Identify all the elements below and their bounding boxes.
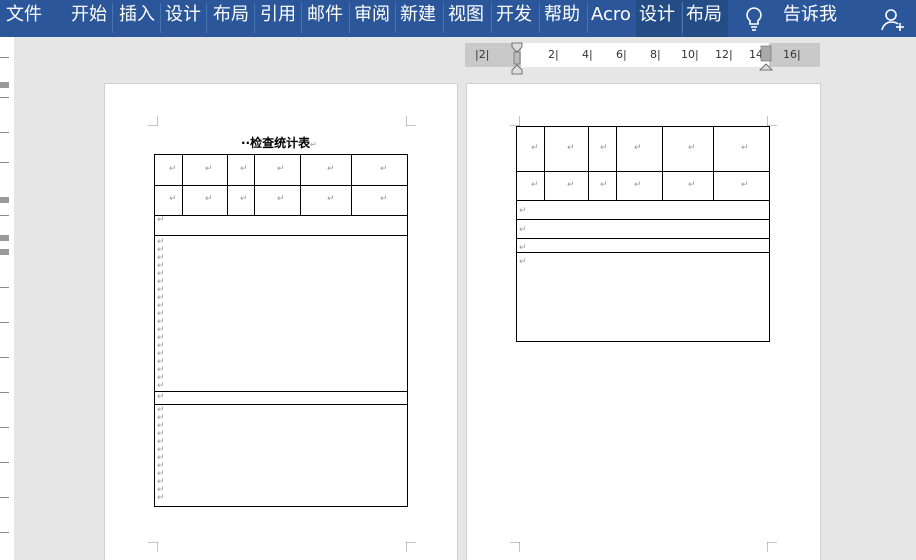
tab-new[interactable]: 新建 xyxy=(397,0,442,37)
crop-mark xyxy=(148,116,158,126)
ruler-label: 4| xyxy=(582,48,593,61)
tab-separator xyxy=(112,3,113,33)
tab-help[interactable]: 帮助 xyxy=(541,0,586,37)
document-title: ··检查统计表↵ xyxy=(241,136,317,150)
paragraph-mark: ↵ xyxy=(169,194,177,204)
paragraph-mark: ↵ xyxy=(634,180,642,190)
paragraph-mark: ↵ xyxy=(531,143,539,153)
tab-separator xyxy=(443,3,444,33)
paragraph-mark: ↵ xyxy=(240,194,248,204)
tab-design[interactable]: 设计 xyxy=(162,0,204,37)
tab-separator xyxy=(206,3,207,33)
paragraph-mark: ↵ xyxy=(240,164,248,174)
paragraph-mark: ↵ xyxy=(157,392,165,402)
paragraph-mark: ↵ xyxy=(327,164,335,174)
horizontal-ruler[interactable]: |2| 2| 4| 6| 8| 10| 12| 14 16| xyxy=(465,42,820,75)
paragraph-mark: ↵ xyxy=(380,194,388,204)
paragraph-mark: ↵ xyxy=(277,164,285,174)
tab-mailings[interactable]: 邮件 xyxy=(304,0,347,37)
tell-me-search[interactable]: 告诉我 xyxy=(780,0,842,37)
lightbulb-icon[interactable] xyxy=(744,0,768,37)
ruler-label: 10| xyxy=(681,48,699,61)
inspection-table[interactable] xyxy=(154,154,408,507)
tab-separator xyxy=(349,3,350,33)
tab-layout[interactable]: 布局 xyxy=(210,0,252,37)
crop-mark xyxy=(510,116,520,126)
paragraph-mark: ↵ xyxy=(634,143,642,153)
tab-separator xyxy=(160,3,161,33)
paragraph-mark: ↵ xyxy=(519,225,527,235)
paragraph-mark: ↵ xyxy=(600,180,608,190)
inspection-table-continued[interactable] xyxy=(516,126,770,342)
tab-separator xyxy=(254,3,255,33)
ribbon-tab-bar: 文件 开始 插入 设计 布局 引用 邮件 审阅 新建 视图 开发 帮助 Acro… xyxy=(0,0,916,37)
tab-separator xyxy=(395,3,396,33)
ruler-label: 2| xyxy=(548,48,559,61)
ruler-label: |2| xyxy=(475,48,490,61)
crop-mark xyxy=(767,116,777,126)
paragraph-mark: ↵ xyxy=(531,180,539,190)
tab-home[interactable]: 开始 xyxy=(68,0,110,37)
tab-view[interactable]: 视图 xyxy=(445,0,490,37)
paragraph-mark: ↵ xyxy=(688,180,696,190)
tab-separator xyxy=(539,3,540,33)
crop-mark xyxy=(406,542,416,552)
tab-separator xyxy=(491,3,492,33)
tab-file[interactable]: 文件 xyxy=(3,0,46,37)
tab-table-layout[interactable]: 布局 xyxy=(683,0,728,37)
ruler-label: 12| xyxy=(715,48,733,61)
paragraph-mark: ↵ xyxy=(741,143,749,153)
crop-mark xyxy=(406,116,416,126)
vertical-ruler[interactable] xyxy=(0,37,14,560)
paragraph-mark: ↵ xyxy=(567,143,575,153)
tab-acrobat[interactable]: Acro xyxy=(588,0,634,37)
tab-separator xyxy=(301,3,302,33)
crop-mark xyxy=(767,542,777,552)
tab-insert[interactable]: 插入 xyxy=(116,0,158,37)
share-person-icon[interactable] xyxy=(880,0,910,37)
crop-mark xyxy=(510,542,520,552)
right-indent-marker[interactable] xyxy=(759,43,773,71)
paragraph-mark: ↵ xyxy=(741,180,749,190)
paragraph-mark: ↵ xyxy=(205,194,213,204)
ruler-label: 8| xyxy=(650,48,661,61)
paragraph-mark: ↵ xyxy=(157,215,165,225)
paragraph-mark: ↵ xyxy=(205,164,213,174)
paragraph-mark: ↵ xyxy=(519,206,527,216)
paragraph-mark: ↵ xyxy=(169,164,177,174)
crop-mark xyxy=(148,542,158,552)
paragraph-mark: ↵ xyxy=(380,164,388,174)
paragraph-mark: ↵ xyxy=(600,143,608,153)
paragraph-mark: ↵ xyxy=(519,243,527,253)
paragraph-mark: ↵ xyxy=(157,381,165,391)
tab-table-design[interactable]: 设计 xyxy=(636,0,681,37)
ruler-label: 6| xyxy=(616,48,627,61)
ruler-label: 16| xyxy=(783,48,801,61)
tab-review[interactable]: 审阅 xyxy=(351,0,393,37)
paragraph-mark: ↵ xyxy=(519,257,527,267)
paragraph-mark: ↵ xyxy=(567,180,575,190)
paragraph-mark: ↵ xyxy=(327,194,335,204)
paragraph-mark: ↵ xyxy=(157,493,165,503)
paragraph-mark: ↵ xyxy=(688,143,696,153)
first-line-indent-marker[interactable] xyxy=(509,42,525,76)
paragraph-mark: ↵ xyxy=(277,194,285,204)
tab-references[interactable]: 引用 xyxy=(257,0,299,37)
tab-developer[interactable]: 开发 xyxy=(493,0,538,37)
